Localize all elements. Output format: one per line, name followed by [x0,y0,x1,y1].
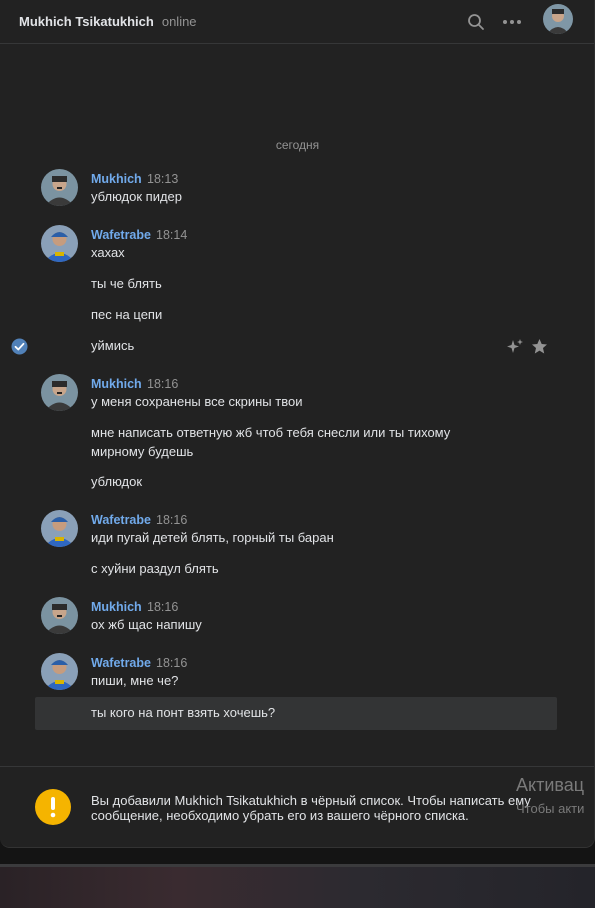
chat-status: online [161,14,197,29]
message-text: ох жб щас напишу [91,617,202,632]
message-time: 18:14 [156,228,188,242]
date-separator: сегодня [275,138,320,152]
message-time: 18:16 [147,600,179,614]
warning-icon [35,789,71,825]
message-author[interactable]: Wafetrabe [91,513,151,527]
chat-title[interactable]: Mukhich Tsikatukhich [19,14,154,29]
avatar-mukhich[interactable] [41,169,78,206]
taskbar-border [0,864,595,867]
message-text: уймись [91,338,135,353]
sparkle-icon[interactable] [506,338,524,356]
message-author[interactable]: Wafetrabe [91,656,151,670]
check-icon[interactable] [11,338,28,355]
header-avatar[interactable] [543,4,573,34]
avatar-wafetrabe[interactable] [41,225,78,262]
message-text: хахах [91,245,125,260]
message-time: 18:13 [147,172,179,186]
avatar-mukhich[interactable] [41,597,78,634]
taskbar [0,864,595,908]
message-author[interactable]: Wafetrabe [91,228,151,242]
more-icon[interactable] [498,8,526,36]
blacklist-notice-text: Вы добавили Mukhich Tsikatukhich в чёрны… [91,793,531,823]
star-icon[interactable] [531,338,548,355]
message-text: пиши, мне че? [91,673,179,688]
activation-watermark-title: Активац [516,775,585,795]
avatar-mukhich[interactable] [41,374,78,411]
message-text: ублюдок [91,474,143,489]
message-author[interactable]: Mukhich [91,600,142,614]
message-text: иди пугай детей блять, горный ты баран [91,530,334,545]
avatar-wafetrabe[interactable] [41,653,78,690]
blacklist-notice: Вы добавили Mukhich Tsikatukhich в чёрны… [0,766,594,847]
message-text: пес на цепи [91,307,163,322]
message-text: с хуйни раздул блять [91,561,219,576]
avatar-wafetrabe[interactable] [41,510,78,547]
chat-header: Mukhich Tsikatukhich online [0,0,594,44]
message-time: 18:16 [147,377,179,391]
message-text: мне написать ответную жб чтоб тебя снесл… [91,425,451,459]
message-text: ублюдок пидер [91,189,183,204]
chat-window: Mukhich Tsikatukhich online сегодня Mukh… [0,0,595,848]
message-author[interactable]: Mukhich [91,172,142,186]
message-time: 18:16 [156,656,188,670]
activation-watermark-subtitle: Чтобы акти [516,801,585,816]
search-icon[interactable] [462,8,490,36]
message-text: у меня сохранены все скрины твои [91,394,303,409]
message-author[interactable]: Mukhich [91,377,142,391]
message-text: ты че блять [91,276,162,291]
message-time: 18:16 [156,513,188,527]
message-text: ты кого на понт взять хочешь? [91,705,276,720]
